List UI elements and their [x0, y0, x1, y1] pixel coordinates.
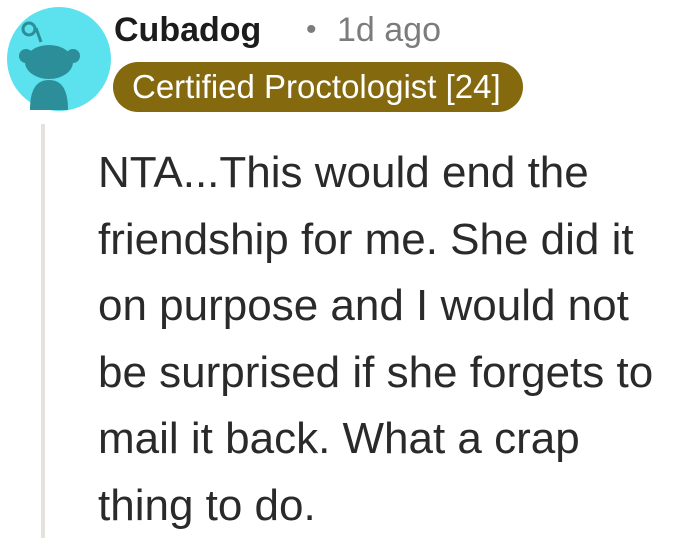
thread-collapse-line[interactable] [41, 124, 45, 538]
reddit-snoo-avatar-icon [7, 7, 111, 111]
comment-body-line: friendship for me. She did it [98, 214, 634, 264]
meta-separator: • [306, 13, 317, 46]
user-avatar[interactable] [6, 6, 112, 112]
comment-body-line: mail it back. What a crap [98, 414, 580, 463]
user-flair-badge: Certified Proctologist [24] [113, 62, 523, 112]
comment-body-line: NTA...This would end the [98, 148, 589, 197]
username-link[interactable]: Cubadog [114, 8, 261, 52]
comment-body-line: be surprised if she forgets to [98, 347, 654, 397]
comment-body: NTA...This would end the friendship for … [98, 140, 698, 538]
comment-timestamp[interactable]: 1d ago [337, 8, 441, 52]
comment-body-line: thing to do. [98, 480, 316, 530]
comment: Cubadog • 1d ago Certified Proctologist … [0, 0, 700, 538]
comment-body-line: on purpose and I would not [98, 281, 629, 330]
